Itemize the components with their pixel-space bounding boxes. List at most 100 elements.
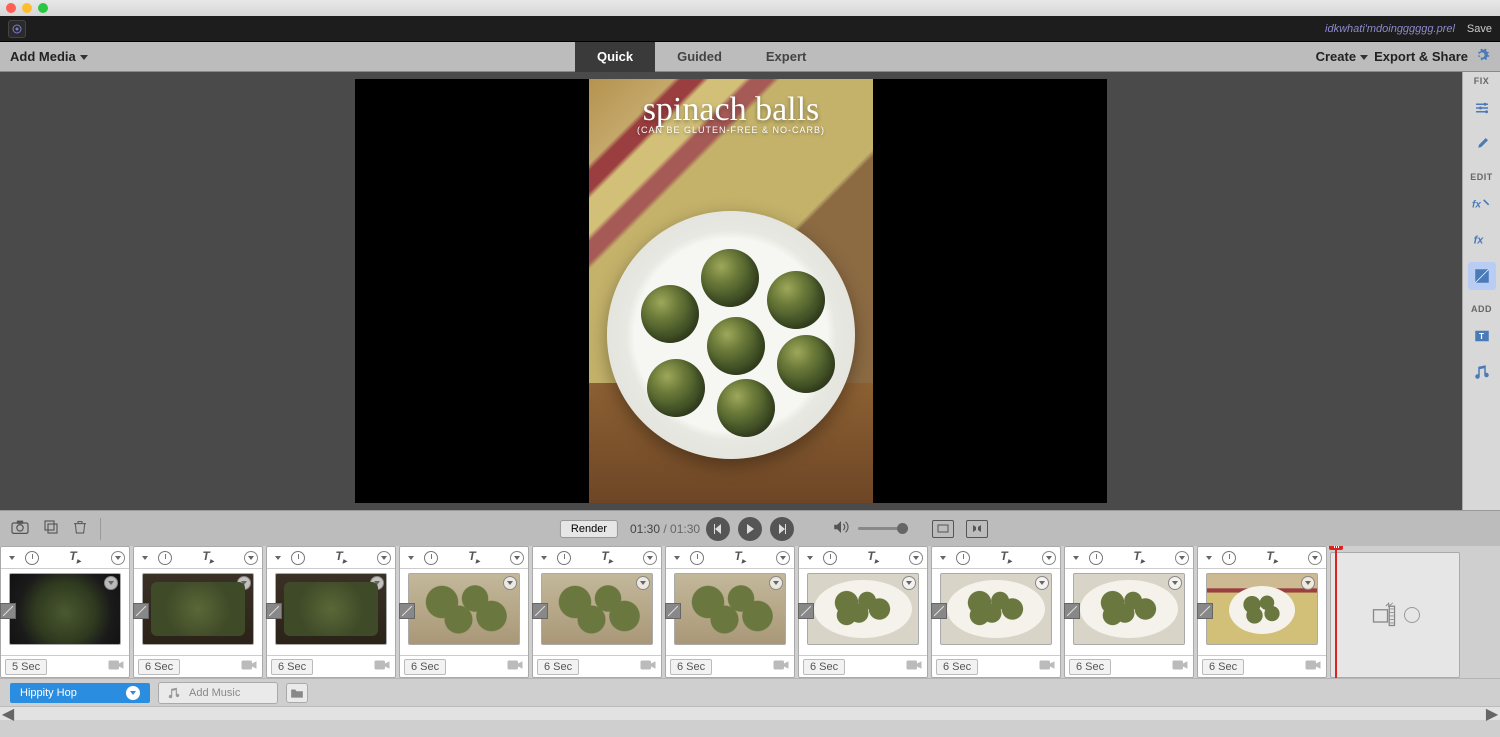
fx-brush-icon[interactable]: fx: [1468, 190, 1496, 218]
fullscreen-button[interactable]: [966, 520, 988, 538]
drop-menu-icon[interactable]: [1404, 607, 1420, 623]
clip-in-menu-icon[interactable]: [1069, 551, 1083, 565]
title-overlay-icon[interactable]: T▸: [867, 549, 878, 565]
clip-duration-badge[interactable]: 6 Sec: [537, 659, 579, 675]
clip-menu-icon[interactable]: [909, 551, 923, 565]
timeline-clip[interactable]: T▸ 6 Sec: [399, 546, 529, 678]
music-track-chip[interactable]: Hippity Hop: [10, 683, 150, 703]
create-menu-button[interactable]: Create: [1316, 49, 1368, 64]
prev-frame-button[interactable]: [706, 517, 730, 541]
clip-in-menu-icon[interactable]: [670, 551, 684, 565]
timeline-clip[interactable]: T▸ 6 Sec: [931, 546, 1061, 678]
clip-thumbnail[interactable]: [940, 573, 1052, 645]
thumbnail-menu-icon[interactable]: [503, 576, 517, 590]
title-overlay-icon[interactable]: T▸: [468, 549, 479, 565]
thumbnail-menu-icon[interactable]: [370, 576, 384, 590]
zoom-window-button[interactable]: [38, 3, 48, 13]
transition-handle[interactable]: [1197, 603, 1213, 619]
clip-thumbnail[interactable]: [541, 573, 653, 645]
title-overlay-icon[interactable]: T▸: [1000, 549, 1011, 565]
fx-icon[interactable]: fx: [1468, 226, 1496, 254]
clip-menu-icon[interactable]: [1042, 551, 1056, 565]
thumbnail-menu-icon[interactable]: [104, 576, 118, 590]
close-window-button[interactable]: [6, 3, 16, 13]
timeline-clip[interactable]: T▸ 6 Sec: [532, 546, 662, 678]
clip-in-menu-icon[interactable]: [803, 551, 817, 565]
clip-duration-badge[interactable]: 6 Sec: [936, 659, 978, 675]
next-frame-button[interactable]: [770, 517, 794, 541]
timeline-clip[interactable]: T▸6 Sec: [1064, 546, 1194, 678]
save-button[interactable]: Save: [1467, 23, 1492, 35]
clip-thumbnail[interactable]: [408, 573, 520, 645]
timeline-clip[interactable]: T▸ 6 Sec: [266, 546, 396, 678]
add-music-button[interactable]: Add Music: [158, 682, 278, 704]
mode-tab-expert[interactable]: Expert: [744, 42, 828, 72]
clip-duration-badge[interactable]: 6 Sec: [1069, 659, 1111, 675]
title-overlay-icon[interactable]: T▸: [734, 549, 745, 565]
title-overlay-icon[interactable]: T▸: [1266, 549, 1277, 565]
scroll-right-arrow-icon[interactable]: ▶: [1486, 708, 1498, 720]
music-tool-icon[interactable]: [1468, 358, 1496, 386]
clip-duration-badge[interactable]: 6 Sec: [271, 659, 313, 675]
clip-in-menu-icon[interactable]: [936, 551, 950, 565]
transition-handle[interactable]: [0, 603, 16, 619]
clip-menu-icon[interactable]: [244, 551, 258, 565]
title-overlay-icon[interactable]: T▸: [335, 549, 346, 565]
clip-menu-icon[interactable]: [377, 551, 391, 565]
volume-slider[interactable]: [858, 527, 908, 530]
clip-in-menu-icon[interactable]: [537, 551, 551, 565]
thumbnail-menu-icon[interactable]: [1168, 576, 1182, 590]
clip-menu-icon[interactable]: [776, 551, 790, 565]
duplicate-icon[interactable]: [42, 518, 60, 539]
scroll-left-arrow-icon[interactable]: ◀: [2, 708, 14, 720]
clip-menu-icon[interactable]: [1175, 551, 1189, 565]
clip-menu-icon[interactable]: [1308, 551, 1322, 565]
transition-handle[interactable]: [399, 603, 415, 619]
clip-thumbnail[interactable]: [674, 573, 786, 645]
transition-handle[interactable]: [532, 603, 548, 619]
transitions-icon[interactable]: [1468, 262, 1496, 290]
transition-handle[interactable]: [133, 603, 149, 619]
export-share-button[interactable]: Export & Share: [1374, 49, 1468, 64]
timeline-clip[interactable]: T▸5 Sec: [0, 546, 130, 678]
clip-duration-badge[interactable]: 6 Sec: [670, 659, 712, 675]
clip-in-menu-icon[interactable]: [404, 551, 418, 565]
timeline-clip[interactable]: T▸ 6 Sec: [665, 546, 795, 678]
mode-tab-quick[interactable]: Quick: [575, 42, 655, 72]
clip-duration-badge[interactable]: 6 Sec: [138, 659, 180, 675]
trash-icon[interactable]: [72, 518, 88, 539]
snapshot-icon[interactable]: [10, 519, 30, 538]
clip-menu-icon[interactable]: [510, 551, 524, 565]
text-tool-icon[interactable]: T: [1468, 322, 1496, 350]
timeline-clip[interactable]: T▸ 6 Sec: [798, 546, 928, 678]
volume-icon[interactable]: [832, 519, 850, 538]
horizontal-scrollbar[interactable]: ◀ ▶: [0, 706, 1500, 720]
clip-drop-zone[interactable]: +: [1330, 552, 1460, 678]
clip-in-menu-icon[interactable]: [138, 551, 152, 565]
clip-in-menu-icon[interactable]: [271, 551, 285, 565]
tools-icon[interactable]: [1468, 130, 1496, 158]
timeline-clip[interactable]: T▸6 Sec: [1197, 546, 1327, 678]
adjust-sliders-icon[interactable]: [1468, 94, 1496, 122]
title-overlay-icon[interactable]: T▸: [202, 549, 213, 565]
thumbnail-menu-icon[interactable]: [237, 576, 251, 590]
clip-in-menu-icon[interactable]: [1202, 551, 1216, 565]
add-media-button[interactable]: Add Media: [10, 49, 88, 64]
clip-in-menu-icon[interactable]: [5, 551, 19, 565]
thumbnail-menu-icon[interactable]: [902, 576, 916, 590]
minimize-window-button[interactable]: [22, 3, 32, 13]
clip-duration-badge[interactable]: 6 Sec: [803, 659, 845, 675]
transition-handle[interactable]: [931, 603, 947, 619]
transition-handle[interactable]: [665, 603, 681, 619]
clip-row[interactable]: T▸5 SecT▸6 SecT▸6 SecT▸6 SecT▸6 SecT▸6 S…: [0, 546, 1500, 678]
music-folder-button[interactable]: [286, 683, 308, 703]
transition-handle[interactable]: [266, 603, 282, 619]
title-overlay-icon[interactable]: T▸: [601, 549, 612, 565]
thumbnail-menu-icon[interactable]: [769, 576, 783, 590]
play-button[interactable]: [738, 517, 762, 541]
clip-duration-badge[interactable]: 6 Sec: [404, 659, 446, 675]
safe-margins-button[interactable]: [932, 520, 954, 538]
settings-gear-icon[interactable]: [1474, 47, 1490, 66]
title-overlay-icon[interactable]: T▸: [69, 549, 80, 565]
render-button[interactable]: Render: [560, 520, 618, 538]
